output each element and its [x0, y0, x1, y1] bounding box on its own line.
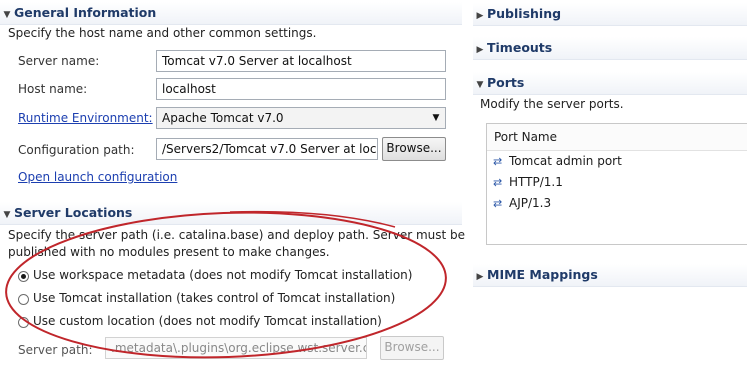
annotation-ellipse: [5, 210, 447, 359]
ports-description: Modify the server ports.: [480, 97, 624, 111]
chevron-down-icon: ▼: [476, 80, 484, 90]
runtime-environment-value: Apache Tomcat v7.0: [162, 111, 284, 125]
port-row-label: HTTP/1.1: [509, 175, 563, 189]
port-icon: ⇄: [493, 155, 503, 168]
chevron-right-icon: ▶: [476, 272, 484, 282]
publishing-header[interactable]: ▶ Publishing: [473, 3, 747, 26]
server-name-input[interactable]: Tomcat v7.0 Server at localhost: [156, 50, 446, 72]
runtime-environment-link[interactable]: Runtime Environment:: [18, 111, 153, 125]
chevron-right-icon: ▶: [476, 45, 484, 55]
chevron-down-icon: ▼: [3, 10, 11, 20]
chevron-down-icon[interactable]: ▼: [427, 108, 445, 128]
port-row[interactable]: ⇄ AJP/1.3: [493, 193, 551, 213]
open-launch-configuration-link[interactable]: Open launch configuration: [18, 170, 177, 184]
general-information-title: General Information: [14, 5, 157, 20]
port-row[interactable]: ⇄ HTTP/1.1: [493, 172, 563, 192]
mime-mappings-title: MIME Mappings: [487, 267, 598, 282]
annotation-ellipse-outline: [5, 211, 447, 359]
configuration-path-label: Configuration path:: [18, 143, 135, 157]
port-row[interactable]: ⇄ Tomcat admin port: [493, 151, 622, 171]
server-name-label: Server name:: [18, 54, 100, 68]
ports-header[interactable]: ▼ Ports: [473, 72, 747, 95]
chevron-right-icon: ▶: [476, 11, 484, 21]
port-icon: ⇄: [493, 176, 503, 189]
runtime-environment-select[interactable]: Apache Tomcat v7.0 ▼: [156, 107, 446, 129]
configuration-path-input[interactable]: /Servers2/Tomcat v7.0 Server at loca: [156, 138, 378, 160]
ports-table-header[interactable]: Port Name: [487, 124, 747, 151]
port-row-label: Tomcat admin port: [509, 154, 622, 168]
port-row-label: AJP/1.3: [509, 196, 552, 210]
host-name-label: Host name:: [18, 82, 88, 96]
configuration-browse-button[interactable]: Browse...: [382, 137, 446, 161]
ports-table[interactable]: Port Name ⇄ Tomcat admin port ⇄ HTTP/1.1 ⇄…: [486, 123, 747, 245]
annotation-ellipse-overlap: [229, 210, 396, 228]
timeouts-title: Timeouts: [487, 40, 553, 55]
port-icon: ⇄: [493, 197, 503, 210]
general-description: Specify the host name and other common s…: [8, 26, 317, 40]
port-name-column-header: Port Name: [494, 130, 558, 144]
general-information-header[interactable]: ▼ General Information: [0, 2, 462, 25]
host-name-input[interactable]: localhost: [156, 78, 446, 100]
publishing-title: Publishing: [487, 6, 562, 21]
ports-title: Ports: [487, 75, 525, 90]
timeouts-header[interactable]: ▶ Timeouts: [473, 37, 747, 60]
mime-mappings-header[interactable]: ▶ MIME Mappings: [473, 264, 747, 287]
